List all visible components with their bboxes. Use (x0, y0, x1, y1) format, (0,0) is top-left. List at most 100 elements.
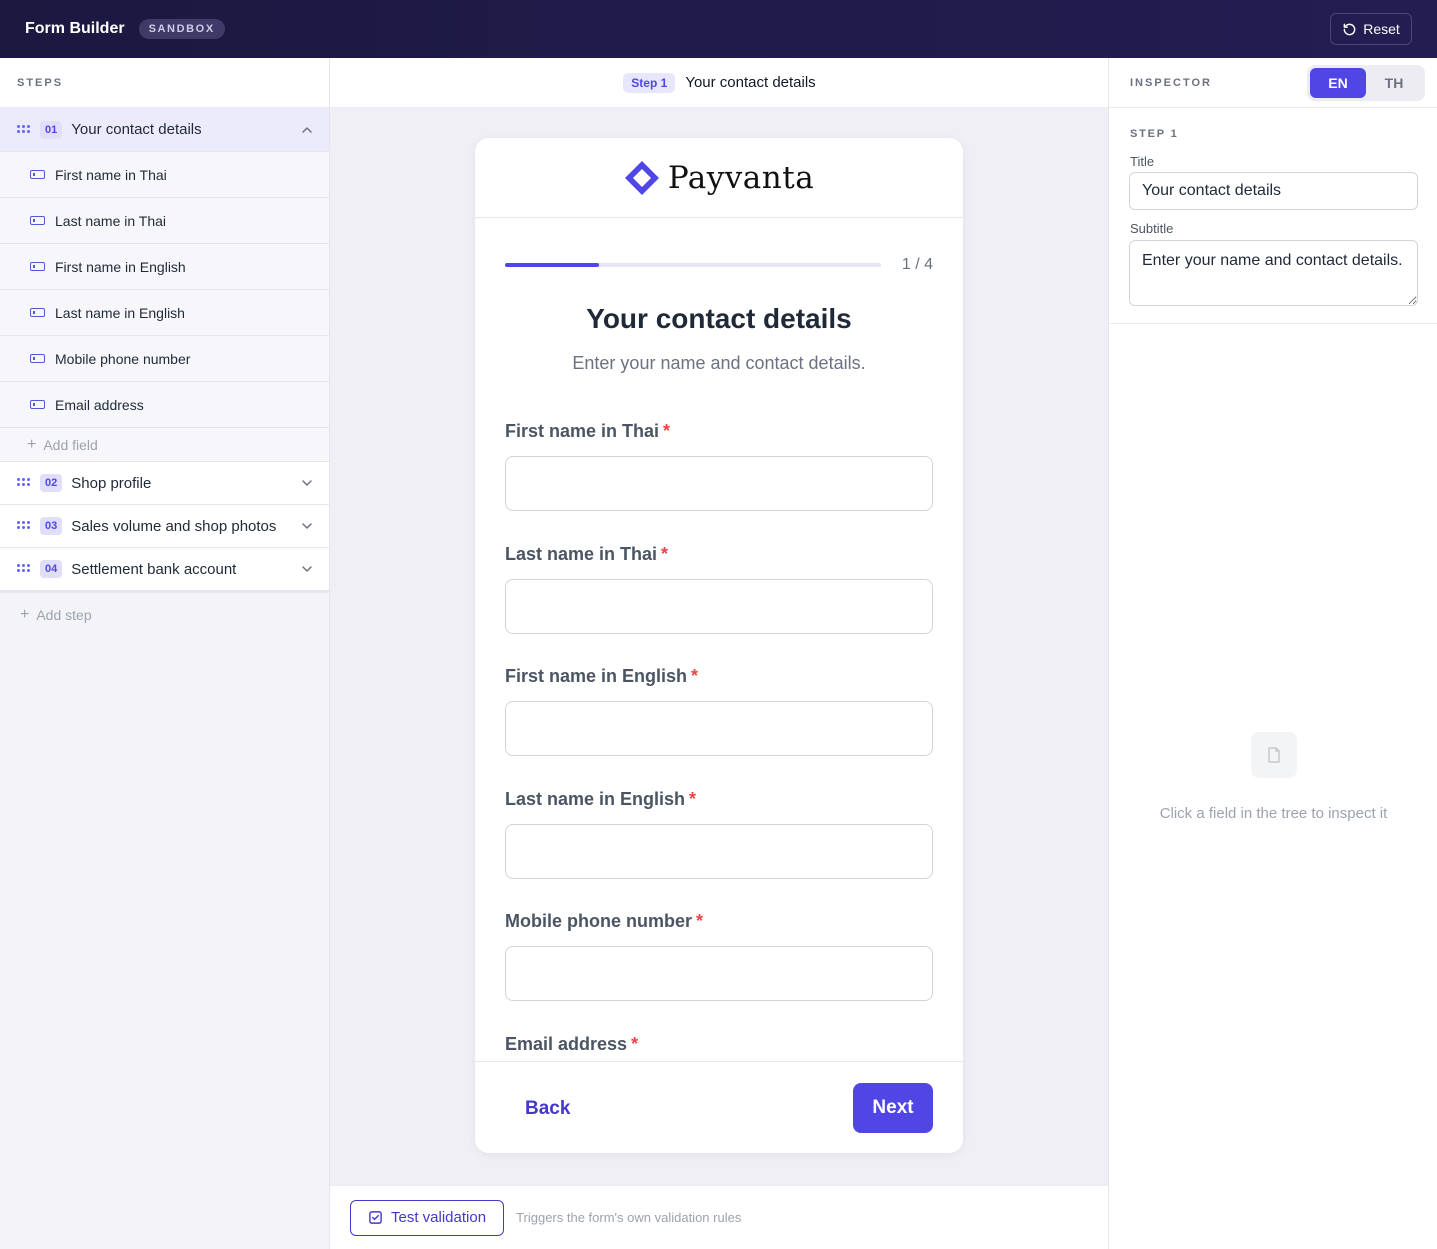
form-subtitle: Enter your name and contact details. (572, 353, 866, 373)
brand-name: Payvanta (667, 159, 815, 196)
preview-panel: Step 1 Your contact details Payvanta 1 /… (330, 58, 1109, 1249)
field-label: First name in Thai (55, 166, 167, 183)
reset-button[interactable]: Reset (1330, 13, 1412, 45)
preview-header: Step 1 Your contact details (330, 58, 1109, 108)
field-label: Mobile phone number (55, 350, 191, 367)
form-field: Last name in English * (505, 789, 933, 912)
chevron-down-icon[interactable] (301, 520, 313, 532)
field-label: First name in English (55, 258, 186, 275)
add-step-label: Add step (36, 607, 92, 623)
step-label: Sales volume and shop photos (71, 517, 277, 535)
drag-handle-icon[interactable] (17, 124, 31, 135)
lang-en-button[interactable]: EN (1310, 68, 1366, 98)
plus-icon: + (20, 606, 30, 623)
empty-state-text: Click a field in the tree to inspect it (1159, 805, 1388, 822)
brand-header: Payvanta (475, 138, 963, 218)
back-button[interactable]: Back (525, 1098, 570, 1120)
steps-header: STEPS (0, 58, 329, 108)
field-item-last-name-thai[interactable]: Last name in Thai (0, 198, 329, 244)
field-label: Last name in Thai (55, 212, 167, 229)
drag-handle-icon[interactable] (17, 564, 31, 574)
drag-handle-icon[interactable] (17, 478, 31, 488)
text-field-icon (30, 170, 45, 179)
field-item-email[interactable]: Email address (0, 382, 329, 428)
sandbox-badge: SANDBOX (138, 19, 225, 39)
app-title: Form Builder (25, 20, 125, 37)
step-item-2[interactable]: 02 Shop profile (0, 462, 329, 505)
field-item-first-name-english[interactable]: First name in English (0, 244, 329, 290)
top-bar: Form Builder SANDBOX Reset (0, 0, 1437, 58)
lang-th-button[interactable]: TH (1366, 68, 1422, 98)
mobile-phone-input[interactable] (505, 946, 933, 1001)
step-pill: Step 1 (623, 72, 676, 93)
next-button[interactable]: Next (853, 1083, 933, 1133)
field-label: First name in Thai * (505, 421, 671, 441)
progress: 1 / 4 (505, 256, 933, 276)
progress-text: 1 / 4 (901, 256, 933, 273)
field-label: Last name in English * (505, 788, 697, 809)
form-card: Payvanta 1 / 4 Your contact details Ente… (475, 138, 963, 1153)
text-field-icon (30, 308, 45, 317)
preview-step-title: Your contact details (685, 74, 816, 91)
progress-fill (505, 263, 599, 267)
step-number: 01 (40, 120, 63, 139)
field-label: First name in English * (505, 666, 699, 686)
required-mark: * (661, 543, 669, 564)
step-label: Your contact details (71, 121, 202, 138)
form-field: First name in English * (505, 666, 933, 789)
step-item-4[interactable]: 04 Settlement bank account (0, 548, 329, 591)
inspector-section-label: STEP 1 (1130, 128, 1179, 140)
test-validation-button[interactable]: Test validation (350, 1199, 505, 1236)
text-field-icon (30, 262, 45, 271)
language-toggle: EN TH (1307, 65, 1425, 101)
title-input[interactable] (1129, 172, 1418, 210)
required-mark: * (691, 666, 699, 686)
text-field-icon (30, 354, 45, 363)
step-item-3[interactable]: 03 Sales volume and shop photos (0, 505, 329, 548)
last-name-english-input[interactable] (505, 823, 933, 879)
field-label: Last name in Thai * (505, 543, 669, 564)
field-item-last-name-english[interactable]: Last name in English (0, 290, 329, 336)
form-footer: Back Next (475, 1061, 963, 1153)
reset-icon (1343, 23, 1356, 35)
step-item-1[interactable]: 01 Your contact details (0, 108, 329, 152)
required-mark: * (631, 1033, 639, 1054)
first-name-thai-input[interactable] (505, 456, 933, 511)
subtitle-label: Subtitle (1130, 221, 1174, 236)
checkbox-icon (369, 1211, 382, 1224)
form-field: Last name in Thai * (505, 544, 933, 667)
chevron-up-icon[interactable] (301, 124, 313, 136)
inspector-title: INSPECTOR (1130, 76, 1212, 89)
inspector-panel: INSPECTOR EN TH STEP 1 Title Subtitle En… (1108, 58, 1437, 1249)
chevron-down-icon[interactable] (301, 563, 313, 575)
diamond-logo-icon (624, 160, 659, 195)
step-label: Shop profile (71, 474, 152, 492)
reset-label: Reset (1363, 21, 1400, 37)
first-name-english-input[interactable] (505, 701, 933, 756)
form-fields: First name in Thai * Last name in Thai * F… (505, 421, 933, 1153)
plus-icon: + (27, 435, 37, 453)
document-icon (1251, 732, 1297, 778)
progress-track (505, 263, 881, 267)
required-mark: * (663, 421, 671, 441)
add-field-button[interactable]: + Add field (0, 428, 329, 462)
form-field: Mobile phone number * (505, 911, 933, 1034)
form-title: Your contact details (586, 303, 852, 334)
form-field: First name in Thai * (505, 421, 933, 544)
last-name-thai-input[interactable] (505, 578, 933, 634)
field-item-mobile-phone[interactable]: Mobile phone number (0, 336, 329, 382)
text-field-icon (30, 400, 45, 409)
add-step-button[interactable]: + Add step (0, 591, 329, 637)
subtitle-textarea[interactable]: Enter your name and contact details. (1129, 240, 1418, 306)
steps-panel: STEPS 01 Your contact details First name… (0, 58, 330, 1249)
test-validation-label: Test validation (391, 1209, 487, 1226)
preview-toolbar: Test validation Triggers the form's own … (330, 1185, 1109, 1249)
step-label: Settlement bank account (71, 560, 237, 578)
field-label: Email address (55, 396, 144, 413)
text-field-icon (30, 216, 45, 225)
required-mark: * (696, 911, 704, 931)
drag-handle-icon[interactable] (17, 521, 31, 531)
chevron-down-icon[interactable] (301, 477, 313, 489)
title-label: Title (1130, 154, 1155, 169)
field-item-first-name-thai[interactable]: First name in Thai (0, 152, 329, 198)
